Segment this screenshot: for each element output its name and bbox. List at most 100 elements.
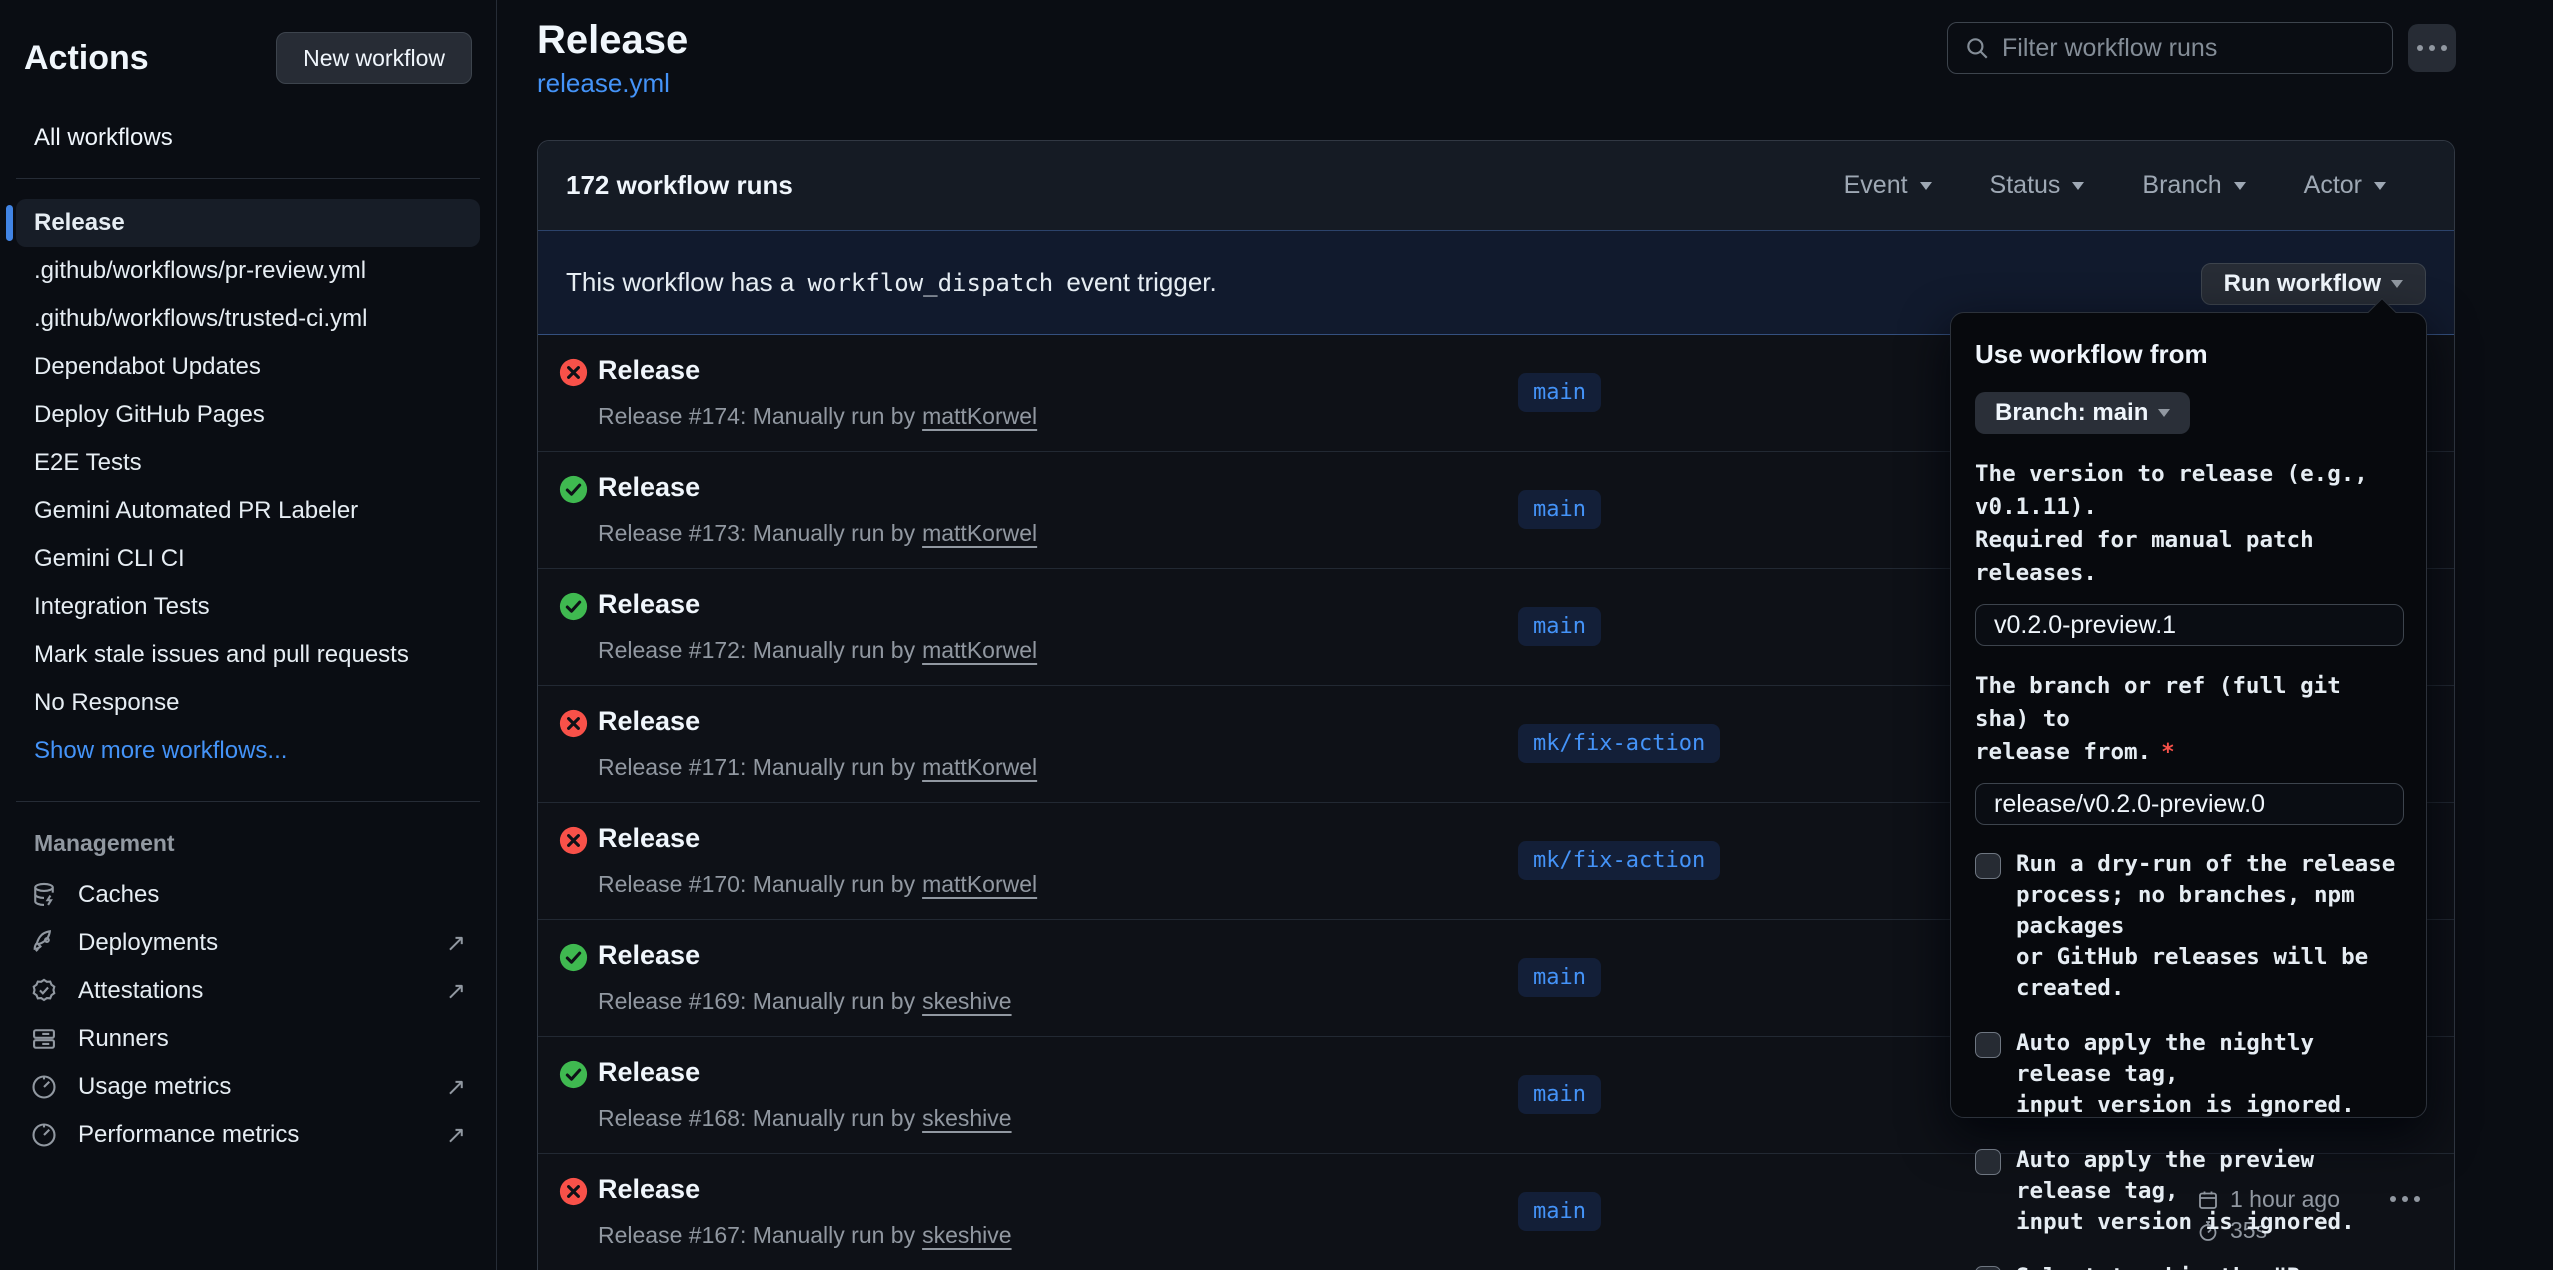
sidebar-item-all-workflows[interactable]: All workflows [24, 118, 472, 158]
run-description: Release #173: Manually run bymattKorwel [598, 520, 1037, 547]
run-description: Release #169: Manually run byskeshive [598, 988, 1012, 1015]
actor-link[interactable]: mattKorwel [922, 403, 1037, 429]
run-workflow-dropdown-button[interactable]: Run workflow [2201, 263, 2426, 305]
sidebar-item-release[interactable]: Release [16, 199, 480, 247]
chevron-down-icon [2158, 409, 2170, 417]
dry-run-checkbox[interactable] [1975, 853, 2001, 879]
actor-link[interactable]: mattKorwel [922, 520, 1037, 546]
dialog-heading: Use workflow from [1975, 339, 2402, 370]
run-title-link[interactable]: Release [598, 706, 700, 737]
branch-badge[interactable]: main [1518, 607, 1601, 646]
nightly-tag-checkbox[interactable] [1975, 1032, 2001, 1058]
version-field-description: The version to release (e.g., v0.1.11). … [1975, 458, 2402, 590]
sidebar-item-dependabot-updates[interactable]: Dependabot Updates [16, 343, 480, 391]
sidebar-item-usage-metrics[interactable]: Usage metrics ↗ [16, 1063, 480, 1111]
run-title-link[interactable]: Release [598, 1174, 700, 1205]
ref-field-description: The branch or ref (full git sha) to rele… [1975, 670, 2402, 769]
actor-link[interactable]: skeshive [922, 1105, 1011, 1131]
branch-badge[interactable]: mk/fix-action [1518, 724, 1720, 763]
management-section-label: Management [0, 830, 496, 857]
show-more-workflows-link[interactable]: Show more workflows... [16, 727, 480, 775]
meter-icon [30, 1121, 58, 1149]
run-title-link[interactable]: Release [598, 823, 700, 854]
run-title-link[interactable]: Release [598, 940, 700, 971]
sidebar-item-caches[interactable]: Caches [16, 871, 480, 919]
sidebar-item-integration-tests[interactable]: Integration Tests [16, 583, 480, 631]
actor-link[interactable]: mattKorwel [922, 754, 1037, 780]
sidebar-item-gemini-pr-labeler[interactable]: Gemini Automated PR Labeler [16, 487, 480, 535]
filter-workflow-runs-input-wrap [1947, 22, 2393, 74]
preview-tag-checkbox[interactable] [1975, 1149, 2001, 1175]
branch-badge[interactable]: main [1518, 1192, 1601, 1231]
runs-count: 172 workflow runs [566, 170, 793, 201]
kebab-icon [2417, 45, 2447, 51]
sidebar-item-e2e-tests[interactable]: E2E Tests [16, 439, 480, 487]
run-title-link[interactable]: Release [598, 355, 700, 386]
branch-badge[interactable]: main [1518, 490, 1601, 529]
actions-sidebar: Actions New workflow All workflows Relea… [0, 0, 497, 1270]
verified-icon [30, 977, 58, 1005]
failure-icon [559, 826, 588, 855]
ref-input[interactable] [1975, 783, 2404, 825]
success-icon [559, 592, 588, 621]
sidebar-item-gemini-cli-ci[interactable]: Gemini CLI CI [16, 535, 480, 583]
sidebar-item-deployments[interactable]: Deployments ↗ [16, 919, 480, 967]
actor-link[interactable]: skeshive [922, 988, 1011, 1014]
page-kebab-button[interactable] [2408, 24, 2456, 72]
branch-filter[interactable]: Branch [2142, 171, 2245, 200]
run-title-link[interactable]: Release [598, 589, 700, 620]
management-list: Caches Deployments ↗ Attestations ↗ Runn… [0, 871, 496, 1159]
skip-tests-checkbox[interactable] [1975, 1266, 2001, 1270]
failure-icon [559, 1177, 588, 1206]
run-title-link[interactable]: Release [598, 472, 700, 503]
filter-workflow-runs-input[interactable] [2002, 34, 2376, 63]
failure-icon [559, 709, 588, 738]
run-description: Release #170: Manually run bymattKorwel [598, 871, 1037, 898]
github-actions-page: Actions New workflow All workflows Relea… [0, 0, 2553, 1270]
branch-badge[interactable]: mk/fix-action [1518, 841, 1720, 880]
actions-title: Actions [24, 39, 149, 78]
external-link-icon: ↗ [446, 1121, 466, 1150]
actor-link[interactable]: mattKorwel [922, 871, 1037, 897]
event-filter[interactable]: Event [1844, 171, 1932, 200]
branch-badge[interactable]: main [1518, 958, 1601, 997]
chevron-down-icon [2374, 182, 2386, 190]
workflow-list: Release .github/workflows/pr-review.yml … [0, 199, 496, 775]
run-description: Release #172: Manually run bymattKorwel [598, 637, 1037, 664]
version-input[interactable] [1975, 604, 2404, 646]
meter-icon [30, 1073, 58, 1101]
workflow-dispatch-code: workflow_dispatch [802, 269, 1060, 297]
new-workflow-button[interactable]: New workflow [276, 32, 472, 84]
branch-select-button[interactable]: Branch: main [1975, 392, 2190, 434]
sidebar-item-trusted-ci[interactable]: .github/workflows/trusted-ci.yml [16, 295, 480, 343]
run-description: Release #174: Manually run bymattKorwel [598, 403, 1037, 430]
sidebar-item-mark-stale[interactable]: Mark stale issues and pull requests [16, 631, 480, 679]
chevron-down-icon [2391, 280, 2403, 288]
branch-badge[interactable]: main [1518, 1075, 1601, 1114]
status-filter[interactable]: Status [1990, 171, 2085, 200]
run-title-link[interactable]: Release [598, 1057, 700, 1088]
success-icon [559, 475, 588, 504]
required-asterisk: * [2161, 739, 2175, 765]
success-icon [559, 1060, 588, 1089]
sidebar-item-attestations[interactable]: Attestations ↗ [16, 967, 480, 1015]
nightly-tag-checkbox-row: Auto apply the nightly release tag, inpu… [1975, 1028, 2402, 1121]
branch-badge[interactable]: main [1518, 373, 1601, 412]
run-description: Release #167: Manually run byskeshive [598, 1222, 1012, 1249]
success-icon [559, 943, 588, 972]
sidebar-item-performance-metrics[interactable]: Performance metrics ↗ [16, 1111, 480, 1159]
sidebar-item-pr-review[interactable]: .github/workflows/pr-review.yml [16, 247, 480, 295]
sidebar-item-runners[interactable]: Runners [16, 1015, 480, 1063]
preview-tag-checkbox-row: Auto apply the preview release tag, inpu… [1975, 1145, 2402, 1238]
run-workflow-dialog: Use workflow from Branch: main The versi… [1950, 312, 2427, 1118]
sidebar-item-deploy-github-pages[interactable]: Deploy GitHub Pages [16, 391, 480, 439]
actor-filter[interactable]: Actor [2304, 171, 2386, 200]
workflow-file-link[interactable]: release.yml [537, 68, 670, 99]
actor-link[interactable]: skeshive [922, 1222, 1011, 1248]
divider [16, 178, 480, 179]
failure-icon [559, 358, 588, 387]
main-content: Release release.yml 172 workflow runs Ev… [497, 0, 2553, 1270]
sidebar-item-no-response[interactable]: No Response [16, 679, 480, 727]
actor-link[interactable]: mattKorwel [922, 637, 1037, 663]
chevron-down-icon [1920, 182, 1932, 190]
